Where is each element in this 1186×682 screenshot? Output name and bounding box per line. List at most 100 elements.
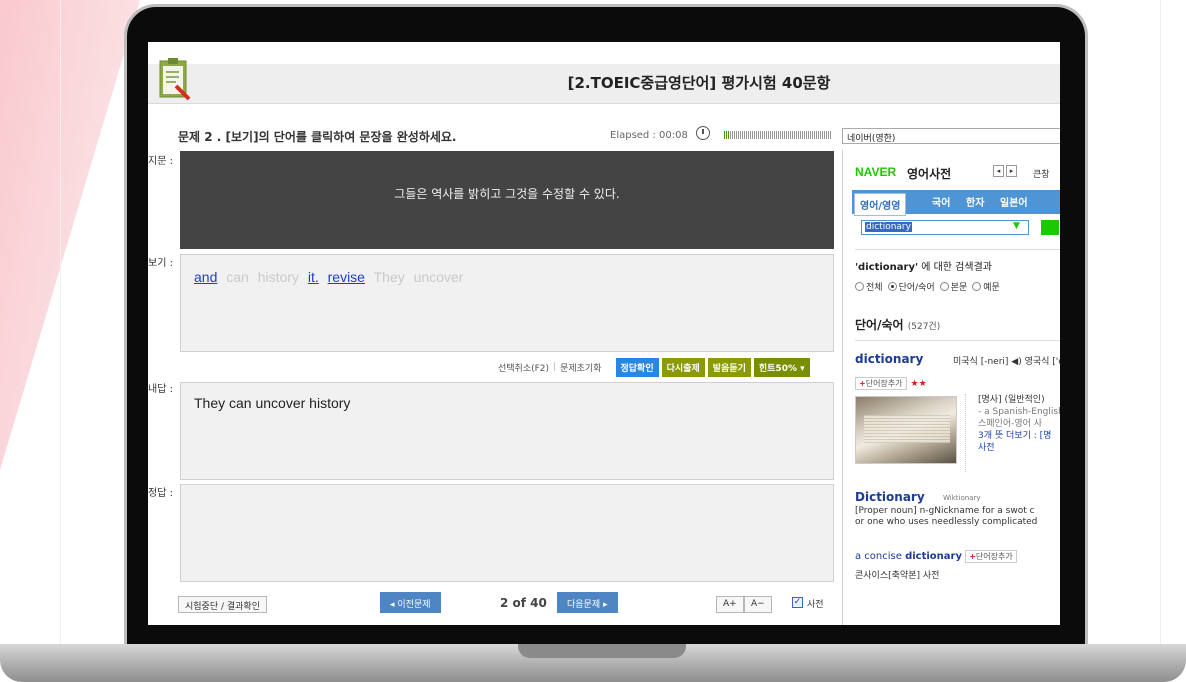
filter-option[interactable]: 단어/숙어: [887, 282, 935, 293]
filter-option[interactable]: 예문: [972, 282, 1000, 293]
word-choice[interactable]: and: [194, 269, 217, 285]
correct-answer-box: [180, 484, 834, 582]
word-choice[interactable]: it.: [308, 269, 319, 285]
plus-icon: +: [859, 379, 866, 388]
radio-icon: [855, 282, 864, 291]
dictionary-checkbox[interactable]: ✓: [792, 597, 803, 608]
font-increase-button[interactable]: A+: [716, 596, 744, 613]
example-ko: 스페인어-영어 사: [978, 419, 1043, 429]
font-decrease-button[interactable]: A−: [744, 596, 772, 613]
entry-pronunciation: 미국식 [-neri] ◀) 영국식 ['c: [953, 357, 1060, 367]
example-en: - a Spanish-English: [978, 407, 1060, 417]
dictionary-tabs: 영어/영영 국어 한자 일본어: [852, 190, 1060, 216]
meaning-pos: [명사] (일반적인): [978, 395, 1045, 405]
section-title: 단어/숙어 (527건): [855, 316, 1060, 333]
tab-japanese[interactable]: 일본어: [1000, 194, 1028, 209]
concise-prefix: a concise: [855, 551, 906, 562]
prev-question-button[interactable]: ◂ 이전문제: [380, 592, 441, 613]
background-line: [60, 0, 61, 682]
filter-option[interactable]: 본문: [939, 282, 968, 293]
search-query: dictionary: [865, 222, 912, 232]
naver-logo: NAVER: [855, 165, 897, 179]
dictionary-source-select[interactable]: 네이버(영한): [842, 128, 1060, 144]
big-window-link[interactable]: 큰창: [1033, 167, 1050, 180]
concise-meaning: 콘사이스[축약본] 사전: [855, 571, 940, 581]
hint-button[interactable]: 힌트50% ▾: [753, 357, 810, 377]
stop-test-button[interactable]: 시험중단 / 결과확인: [178, 596, 267, 613]
add-to-wordbook-label: 단어장추가: [975, 552, 1013, 561]
wiki-headword[interactable]: Dictionary: [855, 490, 925, 504]
plus-icon: +: [969, 552, 976, 561]
time-progress-bar: [724, 131, 832, 139]
word-choice[interactable]: revise: [328, 269, 365, 285]
answer-toolbar: 선택취소(F2) | 문제초기화 정답확인 다시출제 발음듣기 힌트50% ▾: [498, 357, 810, 377]
question-instruction: 문제 2 . [보기]의 단어를 클릭하여 문장을 완성하세요.: [178, 130, 457, 144]
app-window: [2.TOEIC중급영단어] 평가시험 40문항 문제 2 . [보기]의 단어…: [148, 42, 1060, 625]
result-heading: 'dictionary' 에 대한 검색결과: [855, 249, 1060, 273]
answer-label: 내답 :: [148, 384, 173, 395]
add-to-wordbook-button[interactable]: +단어장추가: [855, 377, 907, 390]
chevron-down-icon[interactable]: ▼: [1013, 221, 1020, 231]
next-question-button[interactable]: 다음문제 ▸: [557, 592, 618, 613]
undo-link[interactable]: 선택취소(F2): [498, 361, 549, 374]
word-choices: and can history it. revise They uncover: [194, 269, 468, 285]
my-answer-text: They can uncover history: [194, 395, 351, 411]
dictionary-title: 영어사전: [907, 167, 952, 181]
filter-option[interactable]: 전체: [855, 282, 883, 293]
footer-bar: 시험중단 / 결과확인 ◂ 이전문제 2 of 40 다음문제 ▸ A+ A− …: [178, 592, 838, 614]
result-suffix: 에 대한 검색결과: [918, 262, 992, 273]
add-to-wordbook-label: 단어장추가: [865, 379, 903, 388]
wiki-definition-line: [Proper noun] n-gNickname for a swot c: [855, 506, 1035, 516]
radio-icon: [939, 282, 949, 291]
wiki-definition-line: or one who uses needlessly complicated: [855, 517, 1038, 527]
dictionary-checkbox-label: 사전: [807, 600, 824, 610]
elapsed-time: Elapsed : 00:08: [610, 130, 688, 141]
forward-arrow-icon[interactable]: ▸: [1006, 165, 1017, 177]
concise-word: dictionary: [905, 551, 962, 562]
dictionary-search-input[interactable]: dictionary: [861, 220, 1029, 235]
tab-english[interactable]: 영어/영영: [854, 193, 907, 216]
entry-meaning: [명사] (일반적인) - a Spanish-English 스페인어-영어 …: [965, 394, 1060, 472]
wiki-source: Wiktionary: [943, 494, 981, 502]
background-line: [1160, 0, 1161, 682]
time-progress-fill: [724, 131, 730, 139]
entry-headword[interactable]: dictionary: [855, 352, 923, 366]
word-choice[interactable]: can: [226, 269, 249, 285]
dictionary-book-image: [855, 396, 957, 464]
more-meanings-link-cont[interactable]: 사전: [978, 442, 1060, 454]
filter-label: 전체: [866, 283, 883, 293]
correct-label: 정답 :: [148, 488, 173, 499]
word-choice[interactable]: history: [258, 269, 299, 285]
radio-icon: [972, 282, 982, 291]
filter-label: 예문: [983, 283, 1000, 293]
result-filters: 전체 단어/숙어 본문 예문: [855, 280, 1005, 293]
filter-label: 단어/숙어: [898, 283, 935, 293]
word-choice[interactable]: uncover: [414, 269, 464, 285]
prompt-label: 지문 :: [148, 156, 173, 167]
dictionary-panel: NAVER 영어사전 ◂ ▸ 큰창 영어/영영 국어 한자 일본어 dictio…: [842, 150, 1060, 625]
search-button[interactable]: [1041, 220, 1059, 235]
word-choice[interactable]: They: [374, 269, 405, 285]
section-title-text: 단어/숙어: [855, 318, 904, 332]
retry-button[interactable]: 다시출제: [661, 357, 705, 377]
prompt-text: 그들은 역사를 밝히고 그것을 수정할 수 있다.: [394, 187, 620, 201]
tab-hanja[interactable]: 한자: [966, 194, 984, 209]
reset-link[interactable]: 문제초기화: [560, 361, 601, 374]
concise-entry[interactable]: a concise dictionary +단어장추가: [855, 550, 1017, 563]
background-accent: [0, 0, 140, 470]
laptop-notch: [518, 644, 686, 658]
more-meanings-link[interactable]: 3개 뜻 더보기 : [명: [978, 430, 1060, 442]
tab-korean[interactable]: 국어: [932, 194, 950, 209]
back-arrow-icon[interactable]: ◂: [993, 165, 1004, 177]
add-to-wordbook-button[interactable]: +단어장추가: [965, 550, 1017, 563]
wiki-definition: [Proper noun] n-gNickname for a swot c o…: [855, 506, 1060, 528]
prompt-box: 그들은 역사를 밝히고 그것을 수정할 수 있다.: [180, 151, 834, 249]
check-answer-button[interactable]: 정답확인: [615, 357, 659, 377]
section-count: (527건): [907, 322, 941, 332]
listen-button[interactable]: 발음듣기: [707, 357, 751, 377]
separator: |: [553, 362, 557, 372]
choices-label: 보기 :: [148, 258, 173, 269]
stopwatch-icon: [696, 126, 710, 140]
choices-box: and can history it. revise They uncover: [180, 254, 834, 352]
filter-label: 본문: [950, 283, 968, 293]
